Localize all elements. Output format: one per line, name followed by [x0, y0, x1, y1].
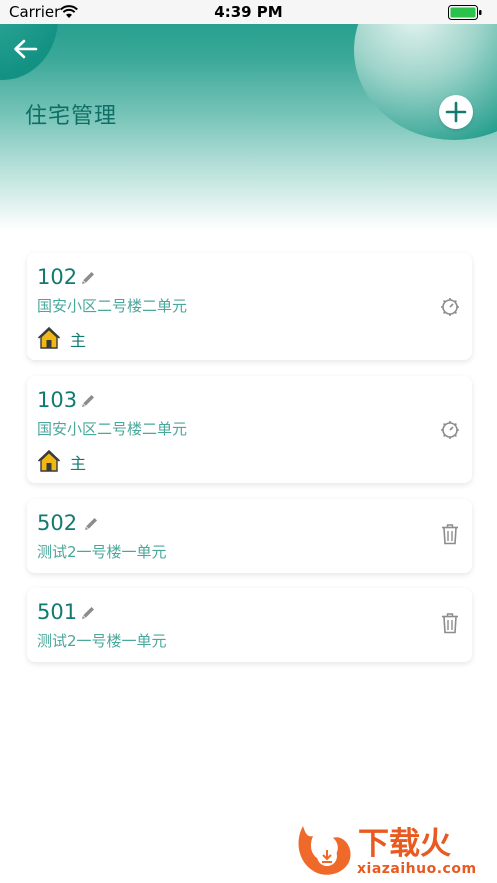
- watermark-brand: 下载火: [358, 826, 451, 862]
- battery-icon: [448, 5, 482, 20]
- plus-icon: [445, 101, 467, 123]
- house-address: 测试2一号楼一单元: [37, 543, 167, 561]
- page-title: 住宅管理: [25, 104, 118, 129]
- settings-icon[interactable]: [440, 296, 460, 318]
- house-card[interactable]: 103 国安小区二号楼二单元 主: [27, 376, 472, 483]
- house-icon: [37, 326, 61, 349]
- unit-number: 502: [37, 511, 78, 535]
- owner-badge: 主: [70, 454, 87, 473]
- house-card[interactable]: 501 测试2一号楼一单元: [27, 588, 472, 662]
- flame-logo-icon: [298, 826, 351, 875]
- unit-number: 103: [37, 388, 78, 412]
- owner-badge: 主: [70, 331, 87, 350]
- house-card[interactable]: 102 国安小区二号楼二单元 主: [27, 253, 472, 360]
- settings-icon[interactable]: [440, 419, 460, 441]
- edit-pencil-icon[interactable]: [80, 270, 96, 286]
- house-address: 国安小区二号楼二单元: [37, 420, 188, 438]
- edit-pencil-icon[interactable]: [80, 393, 96, 409]
- house-address: 国安小区二号楼二单元: [37, 297, 188, 315]
- edit-pencil-icon[interactable]: [80, 605, 96, 621]
- add-house-button[interactable]: [439, 95, 473, 129]
- watermark-url: xiazaihuo.com: [357, 861, 477, 877]
- house-icon: [37, 449, 61, 472]
- back-arrow-icon[interactable]: [12, 38, 38, 60]
- trash-icon[interactable]: [440, 612, 460, 634]
- house-address: 测试2一号楼一单元: [37, 632, 167, 650]
- unit-number: 501: [37, 600, 78, 624]
- trash-icon[interactable]: [440, 523, 460, 545]
- status-bar: Carrier 4:39 PM: [0, 0, 497, 24]
- unit-number: 102: [37, 265, 78, 289]
- house-card[interactable]: 502 测试2一号楼一单元: [27, 499, 472, 573]
- clock: 4:39 PM: [214, 3, 283, 21]
- edit-pencil-icon[interactable]: [83, 516, 99, 532]
